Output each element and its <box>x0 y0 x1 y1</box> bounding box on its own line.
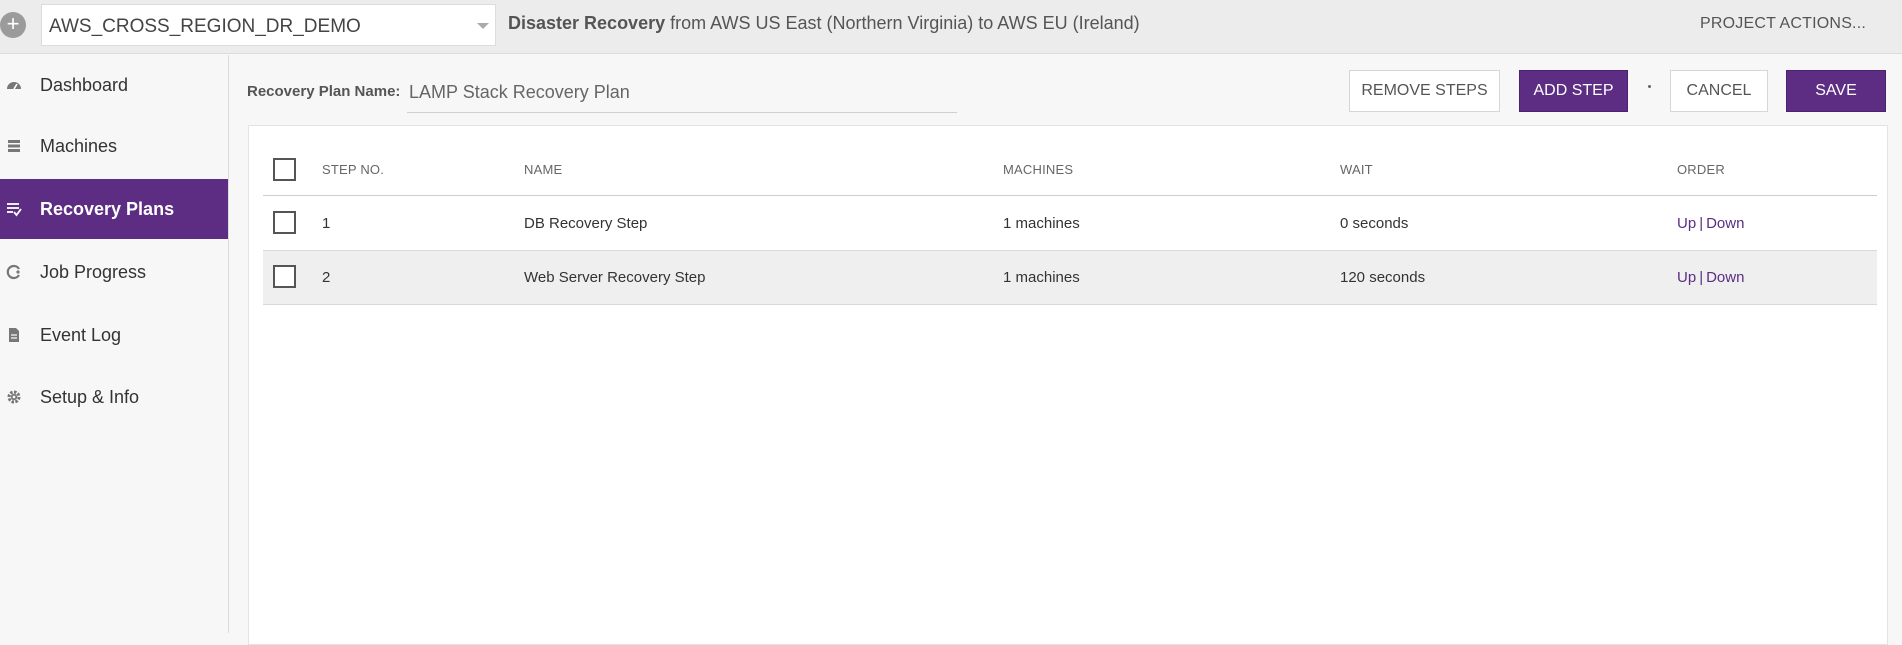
sidebar-item-label: Setup & Info <box>40 386 140 407</box>
recovery-plans-icon <box>6 201 22 217</box>
move-down-link[interactable]: Down <box>1706 215 1744 232</box>
sidebar-item-setup-info[interactable]: Setup & Info <box>0 367 228 427</box>
dashboard-icon <box>6 77 22 93</box>
move-up-link[interactable]: Up <box>1677 269 1696 286</box>
order-separator: | <box>1699 269 1704 286</box>
machines-icon <box>6 138 22 154</box>
move-up-link[interactable]: Up <box>1677 215 1696 232</box>
page-title-bold: Disaster Recovery <box>508 13 666 33</box>
project-select-value: AWS_CROSS_REGION_DR_DEMO <box>49 16 361 37</box>
sidebar-item-label: Machines <box>40 135 118 156</box>
order-separator: | <box>1699 215 1704 232</box>
move-down-link[interactable]: Down <box>1706 269 1744 286</box>
column-header-order: ORDER <box>1677 162 1725 177</box>
sidebar-item-label: Job Progress <box>40 261 147 282</box>
plan-name-label: Recovery Plan Name: <box>247 83 401 100</box>
plan-name-input[interactable] <box>407 72 957 113</box>
table-row[interactable]: 2 Web Server Recovery Step 1 machines 12… <box>263 251 1877 305</box>
sidebar-item-label: Recovery Plans <box>40 198 175 219</box>
top-bar: + AWS_CROSS_REGION_DR_DEMO Disaster Reco… <box>0 0 1902 54</box>
column-header-wait: WAIT <box>1340 162 1373 177</box>
column-header-machines: MACHINES <box>1003 162 1074 177</box>
job-progress-icon <box>6 264 22 280</box>
order-controls: Up | Down <box>1677 215 1744 232</box>
order-controls: Up | Down <box>1677 269 1744 286</box>
step-wait: 120 seconds <box>1340 269 1426 286</box>
sidebar-item-machines[interactable]: Machines <box>0 116 228 176</box>
project-actions-menu[interactable]: PROJECT ACTIONS... <box>1700 15 1866 33</box>
row-checkbox[interactable] <box>273 265 296 288</box>
step-number: 1 <box>322 215 331 232</box>
step-name: DB Recovery Step <box>524 215 648 232</box>
page-title: Disaster Recovery from AWS US East (Nort… <box>508 13 1140 34</box>
column-header-name: NAME <box>524 162 563 177</box>
step-wait: 0 seconds <box>1340 215 1409 232</box>
step-name: Web Server Recovery Step <box>524 269 706 286</box>
add-step-button[interactable]: ADD STEP <box>1519 70 1628 112</box>
page-title-rest: from AWS US East (Northern Virginia) to … <box>670 13 1140 33</box>
table-header: STEP NO. NAME MACHINES WAIT ORDER <box>263 144 1877 196</box>
sidebar-item-dashboard[interactable]: Dashboard <box>0 55 228 115</box>
sidebar-item-event-log[interactable]: Event Log <box>0 305 228 365</box>
save-button[interactable]: SAVE <box>1786 70 1886 112</box>
table-row[interactable]: 1 DB Recovery Step 1 machines 0 seconds … <box>263 197 1877 251</box>
separator-dot <box>1648 85 1651 88</box>
sidebar-item-label: Event Log <box>40 324 122 345</box>
select-all-checkbox[interactable] <box>273 158 296 181</box>
step-machines: 1 machines <box>1003 215 1080 232</box>
row-checkbox[interactable] <box>273 211 296 234</box>
column-header-step-no: STEP NO. <box>322 162 385 177</box>
chevron-down-icon <box>477 23 489 29</box>
gear-icon <box>6 389 22 405</box>
remove-steps-button[interactable]: REMOVE STEPS <box>1349 70 1500 112</box>
sidebar-item-recovery-plans[interactable]: Recovery Plans <box>0 179 228 239</box>
steps-table: STEP NO. NAME MACHINES WAIT ORDER 1 DB R… <box>248 125 1888 645</box>
add-project-button[interactable]: + <box>0 12 26 38</box>
step-machines: 1 machines <box>1003 269 1080 286</box>
sidebar-item-job-progress[interactable]: Job Progress <box>0 242 228 302</box>
event-log-icon <box>6 327 22 343</box>
sidebar-item-label: Dashboard <box>40 74 129 95</box>
sidebar: Dashboard Machines Recovery Plans Job Pr… <box>0 55 229 633</box>
step-number: 2 <box>322 269 331 286</box>
project-select[interactable]: AWS_CROSS_REGION_DR_DEMO <box>41 4 496 46</box>
cancel-button[interactable]: CANCEL <box>1670 70 1768 112</box>
